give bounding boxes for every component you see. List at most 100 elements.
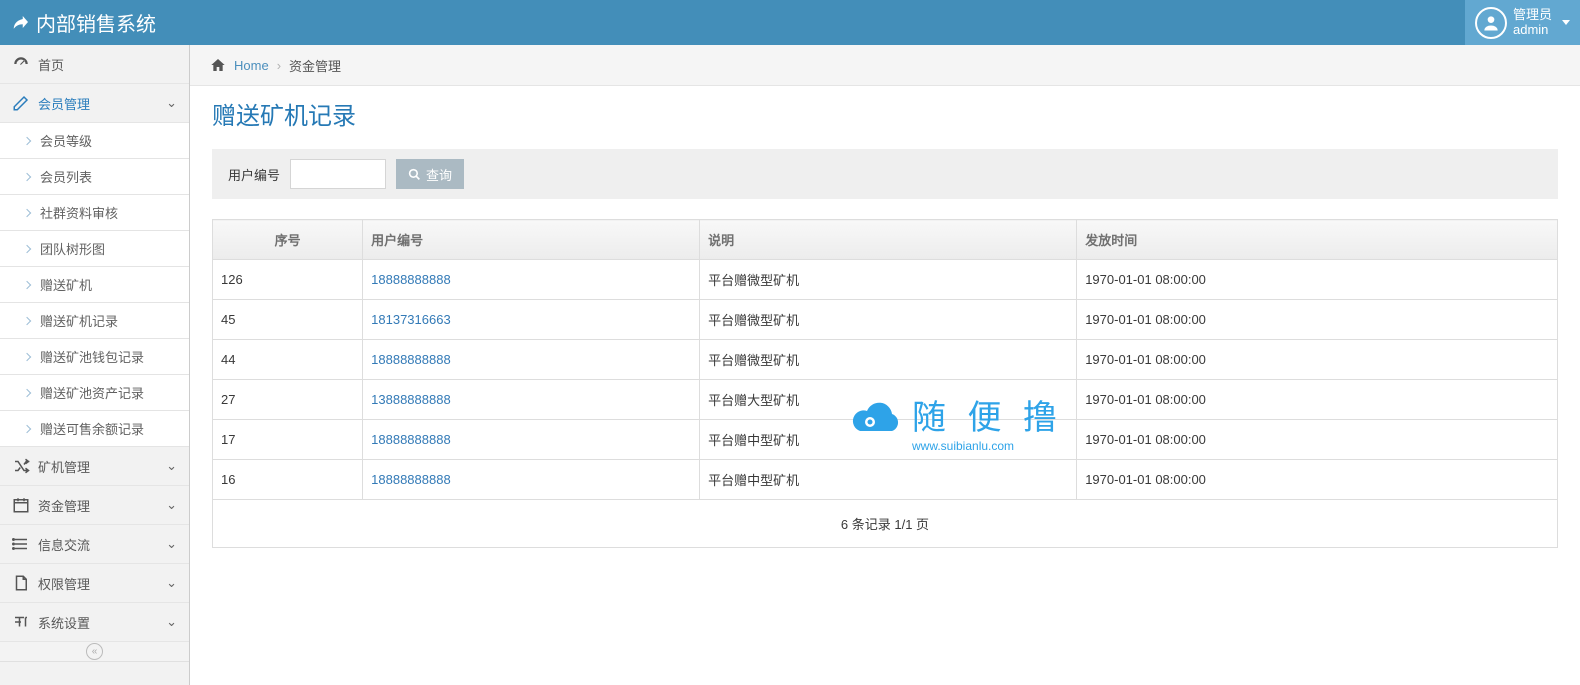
pager-info: 6 条记录 1/1 页: [212, 500, 1558, 548]
filter-label: 用户编号: [228, 165, 280, 184]
main: Home › 资金管理 赠送矿机记录 用户编号 查询 序号用户编号说明发放时间 …: [190, 45, 1580, 685]
table-row: 27 13888888888 平台赠大型矿机1970-01-01 08:00:00: [213, 380, 1558, 420]
nav-member-label: 会员管理: [38, 94, 90, 113]
nav-info-exchange[interactable]: 信息交流 ⌄: [0, 525, 189, 564]
sidebar-sub-item[interactable]: 赠送矿池资产记录: [0, 375, 189, 411]
table-row: 1718888888888平台赠中型矿机1970-01-01 08:00:00: [213, 420, 1558, 460]
user-name: admin: [1513, 23, 1552, 38]
nav-perm-mgmt[interactable]: 权限管理 ⌄: [0, 564, 189, 603]
user-icon: [1475, 7, 1507, 39]
cell-uid: 18137316663: [363, 300, 700, 340]
cell-time: 1970-01-01 08:00:00: [1077, 260, 1558, 300]
cell-sn: 17: [213, 420, 363, 460]
sidebar: 首页 会员管理 ⌄ 会员等级会员列表社群资料审核团队树形图赠送矿机赠送矿机记录赠…: [0, 45, 190, 685]
table-header: 序号: [213, 220, 363, 260]
leaf-icon: [10, 13, 30, 33]
table-row: 44 18888888888 平台赠微型矿机1970-01-01 08:00:00: [213, 340, 1558, 380]
uid-link[interactable]: 18888888888: [371, 272, 451, 287]
chevron-down-icon: ⌄: [166, 458, 177, 474]
breadcrumb-home[interactable]: Home: [234, 58, 269, 73]
cell-time: 1970-01-01 08:00:00: [1077, 460, 1558, 500]
sidebar-sub-item[interactable]: 赠送可售余额记录: [0, 411, 189, 447]
text-icon: [12, 613, 30, 631]
cell-uid: 13888888888: [363, 380, 700, 420]
cell-desc: 平台赠大型矿机: [700, 380, 1077, 420]
records-table: 序号用户编号说明发放时间 12618888888888平台赠微型矿机1970-0…: [212, 219, 1558, 500]
uid-link[interactable]: 18137316663: [371, 312, 451, 327]
collapse-button[interactable]: «: [86, 643, 103, 660]
uid-link[interactable]: 18888888888: [371, 352, 451, 367]
sidebar-sub-item[interactable]: 社群资料审核: [0, 195, 189, 231]
sidebar-collapse-row: «: [0, 642, 189, 662]
chevron-down-icon: ⌄: [166, 536, 177, 552]
query-button-label: 查询: [426, 165, 452, 184]
sidebar-sub-item[interactable]: 赠送矿池钱包记录: [0, 339, 189, 375]
nav-sys-label: 系统设置: [38, 613, 90, 632]
sidebar-sub-item[interactable]: 团队树形图: [0, 231, 189, 267]
nav-miner-mgmt[interactable]: 矿机管理 ⌄: [0, 447, 189, 486]
cell-time: 1970-01-01 08:00:00: [1077, 300, 1558, 340]
cell-sn: 44: [213, 340, 363, 380]
nav-info-label: 信息交流: [38, 535, 90, 554]
calendar-icon: [12, 496, 30, 514]
cell-desc: 平台赠微型矿机: [700, 340, 1077, 380]
cell-time: 1970-01-01 08:00:00: [1077, 340, 1558, 380]
nav-home[interactable]: 首页: [0, 45, 189, 84]
nav-miner-label: 矿机管理: [38, 457, 90, 476]
cell-uid: 18888888888: [363, 460, 700, 500]
table-header: 说明: [700, 220, 1077, 260]
nav-perm-label: 权限管理: [38, 574, 90, 593]
cell-desc: 平台赠微型矿机: [700, 300, 1077, 340]
cell-desc: 平台赠微型矿机: [700, 260, 1077, 300]
list-icon: [12, 535, 30, 553]
sidebar-sub-item[interactable]: 会员列表: [0, 159, 189, 195]
app-title: 内部销售系统: [36, 8, 156, 37]
breadcrumb-sep: ›: [277, 58, 281, 73]
cell-sn: 27: [213, 380, 363, 420]
chevron-down-icon: ⌄: [166, 497, 177, 513]
cell-uid: 18888888888: [363, 420, 700, 460]
dashboard-icon: [12, 55, 30, 73]
query-button[interactable]: 查询: [396, 159, 464, 189]
table-row: 1618888888888平台赠中型矿机1970-01-01 08:00:00: [213, 460, 1558, 500]
cell-uid: 18888888888: [363, 260, 700, 300]
topbar: 内部销售系统 管理员 admin: [0, 0, 1580, 45]
sidebar-sub-item[interactable]: 赠送矿机记录: [0, 303, 189, 339]
filter-bar: 用户编号 查询: [212, 149, 1558, 199]
nav-sys-settings[interactable]: 系统设置 ⌄: [0, 603, 189, 642]
chevron-down-icon: ⌄: [166, 614, 177, 630]
uid-link[interactable]: 13888888888: [371, 392, 451, 407]
user-role: 管理员: [1513, 8, 1552, 23]
uid-link[interactable]: 18888888888: [371, 472, 451, 487]
chevron-down-icon: ⌄: [166, 95, 177, 111]
nav-home-label: 首页: [38, 55, 64, 74]
nav-fund-mgmt[interactable]: 资金管理 ⌄: [0, 486, 189, 525]
cell-sn: 45: [213, 300, 363, 340]
user-menu[interactable]: 管理员 admin: [1465, 0, 1580, 45]
cell-time: 1970-01-01 08:00:00: [1077, 380, 1558, 420]
home-icon: [210, 57, 226, 73]
sidebar-sub-item[interactable]: 赠送矿机: [0, 267, 189, 303]
search-icon: [408, 168, 421, 181]
page-title: 赠送矿机记录: [212, 96, 1558, 131]
sidebar-sub-item[interactable]: 会员等级: [0, 123, 189, 159]
edit-icon: [12, 94, 30, 112]
chevron-down-icon: ⌄: [166, 575, 177, 591]
nav-member-mgmt[interactable]: 会员管理 ⌄: [0, 84, 189, 123]
table-header: 发放时间: [1077, 220, 1558, 260]
cell-sn: 126: [213, 260, 363, 300]
table-header: 用户编号: [363, 220, 700, 260]
chevron-down-icon: [1562, 20, 1570, 25]
document-icon: [12, 574, 30, 592]
brand: 内部销售系统: [10, 8, 156, 37]
nav-fund-label: 资金管理: [38, 496, 90, 515]
cell-time: 1970-01-01 08:00:00: [1077, 420, 1558, 460]
uid-link[interactable]: 18888888888: [371, 432, 451, 447]
shuffle-icon: [12, 457, 30, 475]
table-row: 45 18137316663 平台赠微型矿机1970-01-01 08:00:00: [213, 300, 1558, 340]
breadcrumb-current: 资金管理: [289, 56, 341, 75]
breadcrumb: Home › 资金管理: [190, 45, 1580, 86]
cell-sn: 16: [213, 460, 363, 500]
cell-uid: 18888888888: [363, 340, 700, 380]
user-id-input[interactable]: [290, 159, 386, 189]
